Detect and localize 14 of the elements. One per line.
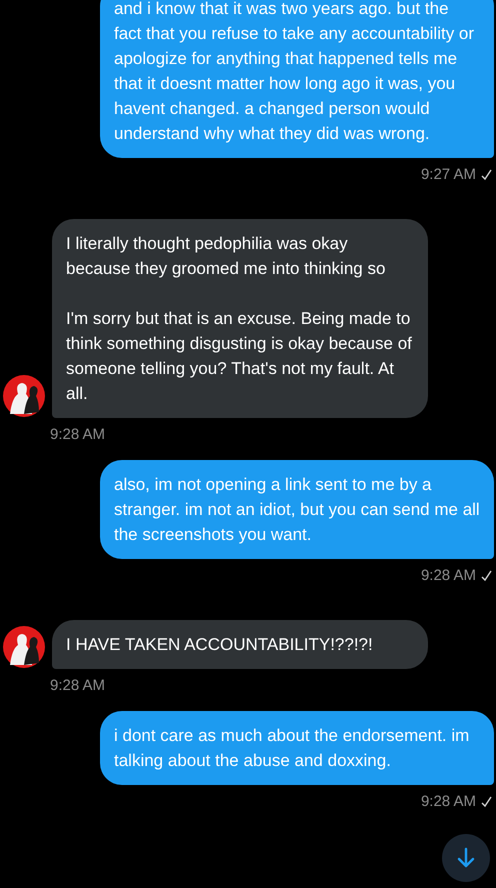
sent-message: i dont care as much about the endorsement. im talking about the abuse and doxxing. bbox=[100, 711, 494, 785]
timestamp: 9:28 AM bbox=[420, 566, 476, 586]
sent-message: also, im not opening a link sent to me by a stranger. im not an idiot, but you can send me all the screenshots you want. bbox=[100, 460, 494, 559]
received-message: I literally thought pedophilia was okay because they groomed me into thinking so I'm sorry but that is an excuse. Being made to think something disgusting is okay because of someone telling you? That's not my fault. At all. bbox=[52, 218, 428, 418]
sent-message: and i know that it was two years ago. but the fact that you refuse to take any accountability or apologize for anything that happened tells me that it doesnt matter how long ago it was, you havent changed. a changed person would understand why what they did was wrong. bbox=[100, 0, 494, 158]
received-message: I HAVE TAKEN ACCOUNTABILITY!??!?! bbox=[52, 620, 428, 668]
avatar-icon bbox=[2, 374, 46, 418]
avatar-icon bbox=[2, 624, 46, 668]
timestamp: 9:28 AM bbox=[50, 424, 106, 444]
scroll-down-button[interactable] bbox=[442, 834, 490, 882]
timestamp: 9:28 AM bbox=[420, 792, 476, 812]
timestamp: 9:27 AM bbox=[420, 165, 476, 185]
timestamp: 9:28 AM bbox=[50, 676, 106, 696]
down-arrow-icon bbox=[456, 847, 476, 869]
